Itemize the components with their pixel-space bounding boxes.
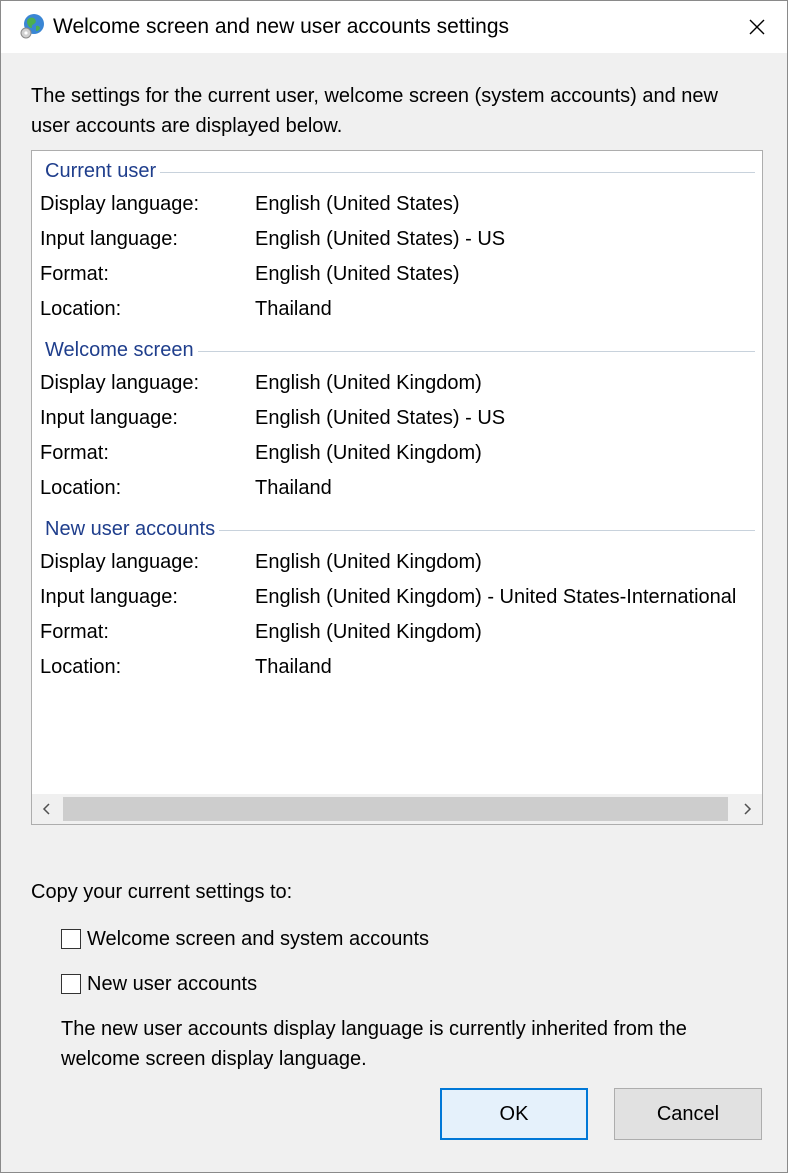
scroll-left-button[interactable]: [32, 794, 62, 824]
welcome-screen-checkbox[interactable]: [61, 929, 81, 949]
dialog-window: Welcome screen and new user accounts set…: [0, 0, 788, 1173]
section-heading-welcome-screen: Welcome screen: [45, 337, 755, 363]
list-item: Input language: English (United Kingdom)…: [40, 586, 737, 608]
list-item: Input language: English (United States) …: [40, 407, 506, 429]
chevron-right-icon: [744, 803, 752, 815]
list-item: Location: Thailand: [40, 477, 332, 499]
close-icon: [749, 19, 765, 35]
list-item: Display language: English (United Kingdo…: [40, 551, 482, 573]
title-bar: Welcome screen and new user accounts set…: [1, 1, 787, 53]
copy-settings-label: Copy your current settings to:: [31, 881, 293, 903]
horizontal-scrollbar[interactable]: [32, 794, 762, 824]
new-user-accounts-checkbox-row[interactable]: New user accounts: [61, 970, 257, 998]
close-button[interactable]: [727, 1, 787, 53]
new-user-accounts-checkbox[interactable]: [61, 974, 81, 994]
list-item: Format: English (United Kingdom): [40, 621, 482, 643]
inheritance-note: The new user accounts display language i…: [61, 1018, 687, 1070]
section-heading-new-user-accounts: New user accounts: [45, 516, 755, 542]
chevron-left-icon: [42, 803, 50, 815]
list-item: Format: English (United Kingdom): [40, 442, 482, 464]
list-item: Location: Thailand: [40, 298, 332, 320]
ok-button[interactable]: OK: [440, 1088, 588, 1140]
list-item: Location: Thailand: [40, 656, 332, 678]
checkbox-label: Welcome screen and system accounts: [87, 927, 430, 950]
globe-icon: [19, 12, 47, 40]
scroll-right-button[interactable]: [732, 794, 762, 824]
scrollbar-thumb[interactable]: [63, 797, 728, 821]
checkbox-label: New user accounts: [87, 972, 258, 995]
window-title: Welcome screen and new user accounts set…: [53, 15, 510, 38]
list-item: Display language: English (United Kingdo…: [40, 372, 482, 394]
section-heading-current-user: Current user: [45, 158, 755, 184]
list-item: Input language: English (United States) …: [40, 228, 506, 250]
settings-list-content: Current user Display language: English (…: [32, 151, 762, 794]
cancel-button[interactable]: Cancel: [614, 1088, 762, 1140]
intro-text: The settings for the current user, welco…: [31, 85, 718, 137]
welcome-screen-checkbox-row[interactable]: Welcome screen and system accounts: [61, 925, 429, 953]
settings-list-panel: Current user Display language: English (…: [31, 150, 763, 825]
list-item: Format: English (United States): [40, 263, 460, 285]
list-item: Display language: English (United States…: [40, 193, 460, 215]
